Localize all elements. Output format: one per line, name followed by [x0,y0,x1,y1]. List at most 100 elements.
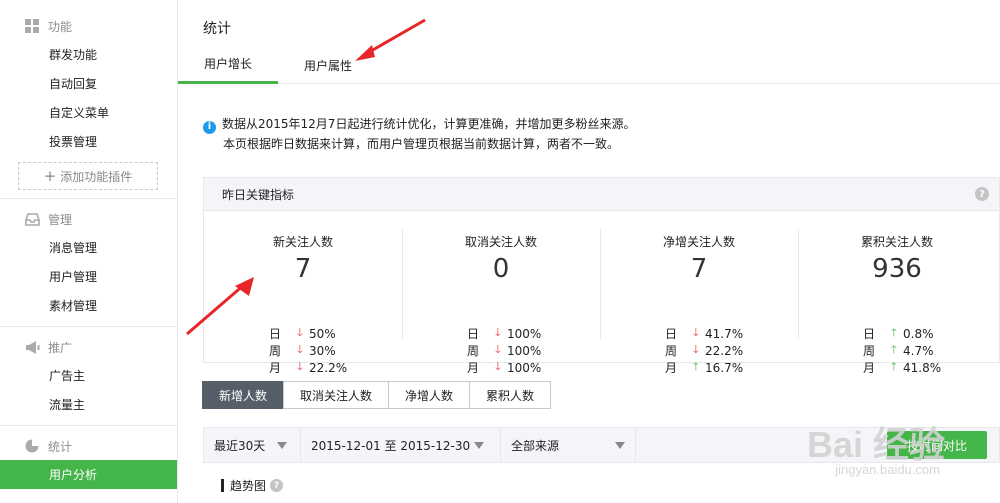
metric-tab-new[interactable]: 新增人数 [202,381,285,409]
sidebar-item-materials[interactable]: 素材管理 [0,291,177,320]
key-metrics-header: 昨日关键指标 ? [204,178,999,211]
period-label: 月 [863,361,876,375]
megaphone-icon [24,339,40,355]
key-metrics-panel: 昨日关键指标 ? 新关注人数 7 日 🡓 50% 周 🡓 30% 月 🡓 22.2% 取消关… [203,177,1000,375]
notice-line-2: 本页根据昨日数据来计算，而用户管理页根据当前数据计算，两者不一致。 [223,137,620,151]
caret-down-icon [474,441,485,449]
period-label: 月 [665,361,678,375]
caret-down-icon [615,441,625,449]
kpi-card-unfollows: 取消关注人数 0 日 🡓 100% 周 🡓 100% 月 🡓 100% [402,211,600,375]
sidebar-section-title: 统计 [48,439,73,454]
period-label: 日 [269,327,282,341]
sidebar-item-vote[interactable]: 投票管理 [0,127,177,156]
period-label: 月 [467,361,480,375]
sidebar-section-title: 功能 [48,19,73,34]
tab-user-growth[interactable]: 用户增长 [178,46,279,84]
kpi-card-net-follows: 净增关注人数 7 日 🡓 41.7% 周 🡓 22.2% 月 🡑 16.7% [600,211,798,375]
sidebar-section-title: 管理 [48,212,73,227]
sidebar-item-auto-reply[interactable]: 自动回复 [0,69,177,98]
source-dropdown[interactable]: 全部来源 [501,427,636,463]
sidebar-item-advertiser[interactable]: 广告主 [0,361,177,390]
change-pct: 41.7% [705,326,744,341]
kpi-change-rows: 日 🡓 50% 周 🡓 30% 月 🡓 22.2% [269,325,379,376]
main-content: 统计 用户增长 用户属性 i 数据从2015年12月7日起进行统计优化，计算更准确… [178,0,1000,503]
kpi-label: 新关注人数 [272,235,333,249]
range-dropdown[interactable]: 最近30天 [204,427,301,463]
down-arrow-icon: 🡓 [297,360,303,373]
metric-tab-total[interactable]: 累积人数 [469,381,552,409]
sidebar-item-users[interactable]: 用户管理 [0,262,177,291]
date-range-dropdown[interactable]: 2015-12-01 至 2015-12-30 [301,427,501,463]
help-icon[interactable]: ? [270,479,284,492]
metric-tab-group: 新增人数 取消关注人数 净增人数 累积人数 [202,381,552,409]
period-label: 月 [269,361,282,375]
period-label: 日 [863,327,876,341]
up-arrow-icon: 🡑 [693,360,699,373]
tab-bar: 用户增长 用户属性 [178,46,1000,84]
period-label: 日 [467,327,480,341]
kpi-value: 7 [690,254,708,284]
sidebar-item-mass-send[interactable]: 群发功能 [0,40,177,69]
period-label: 日 [665,327,678,341]
kpi-change-rows: 日 🡑 0.8% 周 🡑 4.7% 月 🡑 41.8% [863,325,973,376]
kpi-value: 0 [492,254,510,284]
sidebar-section-promote: 推广 [0,333,177,361]
sidebar-divider [0,198,177,199]
sidebar-item-publisher[interactable]: 流量主 [0,390,177,419]
down-arrow-icon: 🡓 [495,360,501,373]
sidebar-section-stats: 统计 [0,432,177,460]
kpi-value: 7 [294,254,312,284]
sidebar-section-manage: 管理 [0,205,177,233]
trend-section-title: 趋势图 ? [221,477,284,494]
notice: i 数据从2015年12月7日起进行统计优化，计算更准确，并增加更多粉丝来源。 本… [203,114,635,154]
change-pct: 22.2% [705,343,744,358]
tab-user-attributes[interactable]: 用户属性 [278,46,378,84]
sidebar-divider [0,425,177,426]
kpi-label: 净增关注人数 [662,235,735,249]
kpi-label: 取消关注人数 [464,235,537,249]
info-icon: i [203,120,216,134]
caret-down-icon [277,441,288,449]
plus-icon: + [43,167,57,185]
change-pct: 0.8% [903,326,934,341]
watermark-logo: Bai 经验 [806,424,945,465]
change-pct: 100% [507,343,542,358]
sidebar-item-custom-menu[interactable]: 自定义菜单 [0,98,177,127]
kpi-label: 累积关注人数 [860,235,933,249]
source-value: 全部来源 [511,438,560,453]
notice-line-1: 数据从2015年12月7日起进行统计优化，计算更准确，并增加更多粉丝来源。 [222,117,636,131]
watermark-url: jingyan.baidu.com [835,462,940,477]
change-pct: 41.8% [903,360,942,375]
page-title: 统计 [203,21,231,37]
metric-tab-net[interactable]: 净增人数 [388,381,471,409]
date-range-value: 2015-12-01 至 2015-12-30 [311,438,471,453]
key-metrics-title: 昨日关键指标 [222,187,295,202]
sidebar-item-user-analysis[interactable]: 用户分析 [0,460,177,489]
period-label: 周 [665,344,678,358]
change-pct: 16.7% [705,360,744,375]
change-pct: 30% [309,343,336,358]
kpi-card-new-follows: 新关注人数 7 日 🡓 50% 周 🡓 30% 月 🡓 22.2% [204,211,402,375]
add-plugin-button[interactable]: + 添加功能插件 [18,162,158,190]
up-arrow-icon: 🡑 [891,360,897,373]
change-pct: 100% [507,360,542,375]
change-pct: 50% [309,326,336,341]
trend-label: 趋势图 [230,479,267,493]
sidebar-item-messages[interactable]: 消息管理 [0,233,177,262]
metric-tab-unfollow[interactable]: 取消关注人数 [283,381,390,409]
kpi-value: 936 [872,254,922,284]
inbox-icon [24,211,40,227]
sidebar-section-title: 推广 [48,340,73,355]
kpi-change-rows: 日 🡓 41.7% 周 🡓 22.2% 月 🡑 16.7% [665,325,775,376]
kpi-card-total-follows: 累积关注人数 936 日 🡑 0.8% 周 🡑 4.7% 月 🡑 41.8% [798,211,996,375]
sidebar: 功能 群发功能 自动回复 自定义菜单 投票管理 + 添加功能插件 管理 消息管理… [0,0,178,503]
period-label: 周 [467,344,480,358]
grid-icon [24,18,40,34]
change-pct: 22.2% [309,360,348,375]
range-value: 最近30天 [214,438,266,453]
title-bar [221,479,224,492]
change-pct: 4.7% [903,343,934,358]
period-label: 周 [269,344,282,358]
add-plugin-label: 添加功能插件 [60,169,133,184]
help-icon[interactable]: ? [975,187,989,201]
